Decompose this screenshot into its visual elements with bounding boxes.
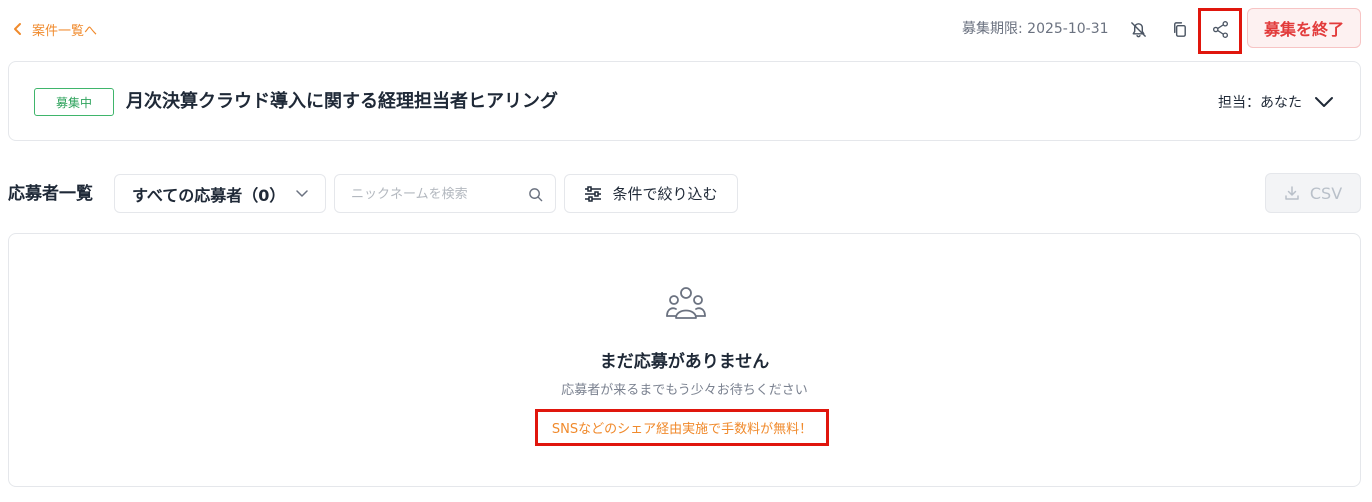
bell-off-icon [1130,21,1146,37]
assignee-label: 担当：あなた [1218,95,1302,111]
people-group-icon [666,287,706,319]
nickname-search-input[interactable] [351,183,521,205]
download-icon [1285,186,1299,200]
empty-state-subtitle: 応募者が来るまでもう少々お待ちください [561,383,808,398]
deadline-text: 募集期限: 2025-10-31 [962,21,1109,37]
chevron-down-icon [296,190,308,197]
filter-button-label: 条件で絞り込む [612,185,718,203]
applicant-filter-select[interactable]: すべての応募者（0） [114,174,326,213]
sliders-icon [585,185,602,202]
copy-icon [1173,21,1186,37]
chevron-left-icon [14,23,21,35]
back-to-list-link[interactable]: 案件一覧へ [12,18,97,40]
search-icon[interactable] [528,187,543,202]
notification-toggle-button[interactable] [1122,13,1154,45]
end-recruitment-button[interactable]: 募集を終了 [1247,8,1361,48]
applicants-empty-state: まだ応募がありません 応募者が来るまでもう少々お待ちください SNSなどのシェア… [8,233,1361,487]
applicant-filter-value: すべての応募者（0） [132,185,286,205]
chevron-down-icon [1315,97,1333,107]
share-icon [1212,20,1228,38]
page-title: 月次決算クラウド導入に関する経理担当者ヒアリング [126,91,558,112]
share-promo-text: SNSなどのシェア経由実施で手数料が無料！ [551,422,813,437]
job-summary-card: 募集中 月次決算クラウド導入に関する経理担当者ヒアリング 担当：あなた [8,61,1361,141]
csv-download-button[interactable]: CSV [1265,173,1361,213]
filter-conditions-button[interactable]: 条件で絞り込む [564,174,738,213]
assignee-dropdown[interactable]: 担当：あなた [1218,88,1334,116]
empty-state-title: まだ応募がありません [599,352,770,372]
nickname-search [334,174,556,213]
csv-button-label: CSV [1309,183,1343,203]
copy-button[interactable] [1163,13,1195,45]
applicants-section-title: 応募者一覧 [8,184,93,204]
share-promo-link[interactable]: SNSなどのシェア経由実施で手数料が無料！ [535,409,829,446]
back-link-label: 案件一覧へ [32,23,98,39]
share-button[interactable] [1204,13,1236,45]
status-badge: 募集中 [34,88,114,116]
